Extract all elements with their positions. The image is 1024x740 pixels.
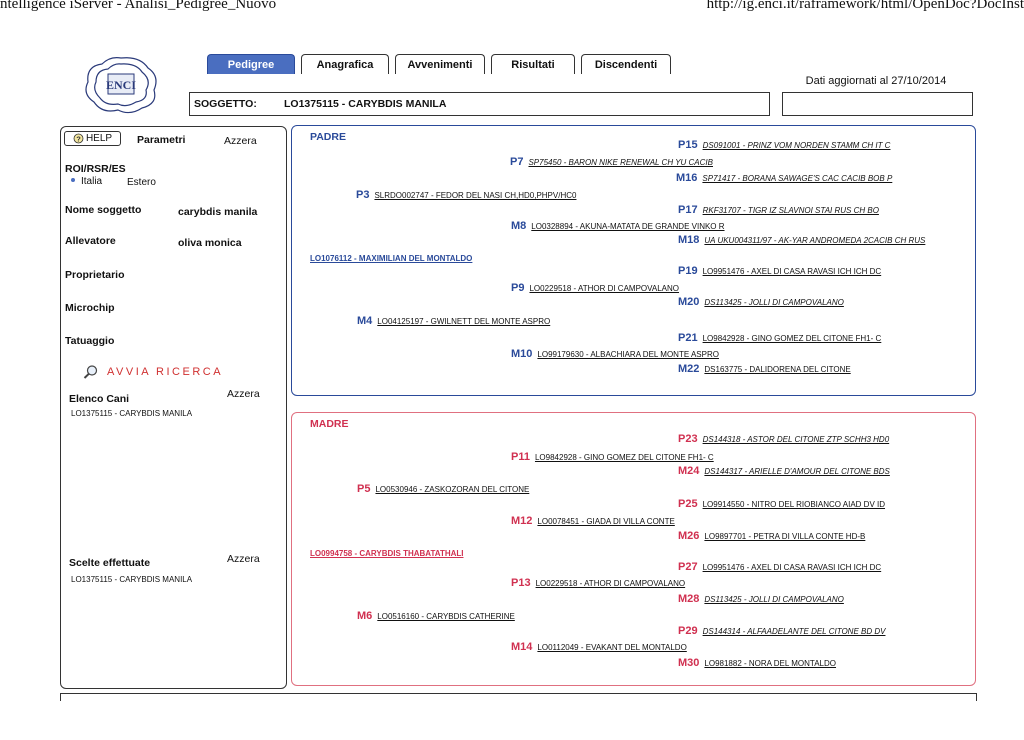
tab-anagrafica[interactable]: Anagrafica <box>301 54 389 74</box>
ancestor-p13[interactable]: P13 LO0229518 - ATHOR DI CAMPOVALANO <box>511 577 685 589</box>
radio-estero-label[interactable]: Estero <box>127 177 156 188</box>
svg-text:?: ? <box>76 134 81 143</box>
subject-value: LO1375115 - CARYBDIS MANILA <box>284 98 447 110</box>
ancestor-m22[interactable]: M22 DS163775 - DALIDORENA DEL CITONE <box>678 363 851 375</box>
choices-label: Scelte effettuate <box>69 557 151 569</box>
tattoo-label: Tatuaggio <box>65 335 115 347</box>
name-field[interactable]: carybdis manila <box>178 206 257 218</box>
ancestor-p19[interactable]: P19 LO9951476 - AXEL DI CASA RAVASI ICH I… <box>678 265 881 277</box>
info-box <box>782 92 973 116</box>
window-title: ntelligence iServer - Analisi_Pedigree_N… <box>0 0 277 12</box>
owner-label: Proprietario <box>65 269 125 281</box>
ancestor-m10[interactable]: M10 LO99179630 - ALBACHIARA DEL MONTE ASP… <box>511 348 719 360</box>
footer-divider <box>60 693 977 701</box>
ancestor-p3[interactable]: P3 SLRDO002747 - FEDOR DEL NASI CH,HD0,PH… <box>356 189 576 201</box>
breeder-field[interactable]: oliva monica <box>178 237 242 249</box>
roi-label: ROI/RSR/ES <box>65 163 126 175</box>
name-label: Nome soggetto <box>65 204 142 216</box>
tab-pedigree[interactable]: Pedigree <box>207 54 295 74</box>
help-label: HELP <box>85 133 113 144</box>
svg-text:ENCI: ENCI <box>106 78 136 92</box>
ancestor-p23[interactable]: P23 DS144318 - ASTOR DEL CITONE ZTP SCHH3… <box>678 433 889 445</box>
padre-title: PADRE <box>310 131 346 143</box>
ancestor-p9[interactable]: P9 LO0229518 - ATHOR DI CAMPOVALANO <box>511 282 679 294</box>
padre-section: PADRE LO1076112 - MAXIMILIAN DEL MONTALD… <box>291 125 976 396</box>
madre-title: MADRE <box>310 418 349 430</box>
ancestor-m4[interactable]: M4 LO04125197 - GWILNETT DEL MONTE ASPRO <box>357 315 550 327</box>
ancestor-m30[interactable]: M30 LO981882 - NORA DEL MONTALDO <box>678 657 836 669</box>
search-panel: ? HELP Parametri Azzera ROI/RSR/ES Itali… <box>60 126 287 689</box>
madre-section: MADRE LO0994758 - CARYBDIS THABATATHALI … <box>291 412 976 686</box>
ancestor-m14[interactable]: M14 LO0112049 - EVAKANT DEL MONTALDO <box>511 641 687 653</box>
dogs-reset-link[interactable]: Azzera <box>227 388 260 400</box>
madre-root-link[interactable]: LO0994758 - CARYBDIS THABATATHALI <box>310 549 464 558</box>
magnifier-icon[interactable] <box>83 364 99 380</box>
ancestor-m6[interactable]: M6 LO0516160 - CARYBDIS CATHERINE <box>357 610 515 622</box>
help-question-icon: ? <box>73 133 84 144</box>
subject-box: SOGGETTO: LO1375115 - CARYBDIS MANILA <box>189 92 770 116</box>
ancestor-p7[interactable]: P7 SP75450 - BARON NIKE RENEWAL CH YU CAC… <box>510 156 713 168</box>
microchip-label: Microchip <box>65 302 115 314</box>
ancestor-m20[interactable]: M20 DS113425 - JOLLI DI CAMPOVALANO <box>678 296 844 308</box>
params-label: Parametri <box>137 134 186 146</box>
ancestor-m28[interactable]: M28 DS113425 - JOLLI DI CAMPOVALANO <box>678 593 844 605</box>
enci-logo-icon: ENCI <box>85 57 157 114</box>
tab-avvenimenti[interactable]: Avvenimenti <box>395 54 485 74</box>
padre-root-link[interactable]: LO1076112 - MAXIMILIAN DEL MONTALDO <box>310 254 472 263</box>
ancestor-m16[interactable]: M16 SP71417 - BORANA SAWAGE'S CAC CACIB B… <box>676 172 892 184</box>
ancestor-m24[interactable]: M24 DS144317 - ARIELLE D'AMOUR DEL CITONE… <box>678 465 890 477</box>
ancestor-p17[interactable]: P17 RKF31707 - TIGR IZ SLAVNOI STAI RUS C… <box>678 204 879 216</box>
ancestor-m12[interactable]: M12 LO0078451 - GIADA DI VILLA CONTE <box>511 515 675 527</box>
tab-risultati[interactable]: Risultati <box>491 54 575 74</box>
ancestor-p25[interactable]: P25 LO9914550 - NITRO DEL RIOBIANCO AIAD … <box>678 498 885 510</box>
choices-reset-link[interactable]: Azzera <box>227 553 260 565</box>
ancestor-p5[interactable]: P5 LO0530946 - ZASKOZORAN DEL CITONE <box>357 483 529 495</box>
tab-bar: Pedigree Anagrafica Avvenimenti Risultat… <box>207 54 671 74</box>
subject-label: SOGGETTO: <box>194 98 257 110</box>
dogs-list-label: Elenco Cani <box>69 393 130 405</box>
tab-discendenti[interactable]: Discendenti <box>581 54 671 74</box>
ancestor-p27[interactable]: P27 LO9951476 - AXEL DI CASA RAVASI ICH I… <box>678 561 881 573</box>
browser-titlebar: ntelligence iServer - Analisi_Pedigree_N… <box>0 0 1024 14</box>
choices-item: LO1375115 - CARYBDIS MANILA <box>71 575 193 584</box>
params-reset-link[interactable]: Azzera <box>224 135 257 147</box>
ancestor-p11[interactable]: P11 LO9842928 - GINO GOMEZ DEL CITONE FH1… <box>511 451 714 463</box>
help-button[interactable]: ? HELP <box>64 131 121 146</box>
updated-date: Dati aggiornati al 27/10/2014 <box>805 75 947 87</box>
ancestor-m8[interactable]: M8 LO0328894 - AKUNA-MATATA DE GRANDE VIN… <box>511 220 725 232</box>
radio-italia-label: Italia <box>81 176 103 187</box>
dogs-list-item[interactable]: LO1375115 - CARYBDIS MANILA <box>71 409 192 418</box>
radio-italia[interactable] <box>71 178 75 182</box>
breeder-label: Allevatore <box>65 235 116 247</box>
ancestor-m26[interactable]: M26 LO9897701 - PETRA DI VILLA CONTE HD-B <box>678 530 865 542</box>
ancestor-p21[interactable]: P21 LO9842928 - GINO GOMEZ DEL CITONE FH1… <box>678 332 881 344</box>
start-search-link[interactable]: AVVIA RICERCA <box>107 366 223 378</box>
ancestor-m18[interactable]: M18 UA UKU004311/97 - AK-YAR ANDROMEDA 2C… <box>678 234 925 246</box>
window-url: http://ig.enci.it/raframework/html/OpenD… <box>706 0 1024 12</box>
ancestor-p29[interactable]: P29 DS144314 - ALFAADELANTE DEL CITONE BD… <box>678 625 885 637</box>
ancestor-p15[interactable]: P15 DS091001 - PRINZ VOM NORDEN STAMM CH … <box>678 139 890 151</box>
